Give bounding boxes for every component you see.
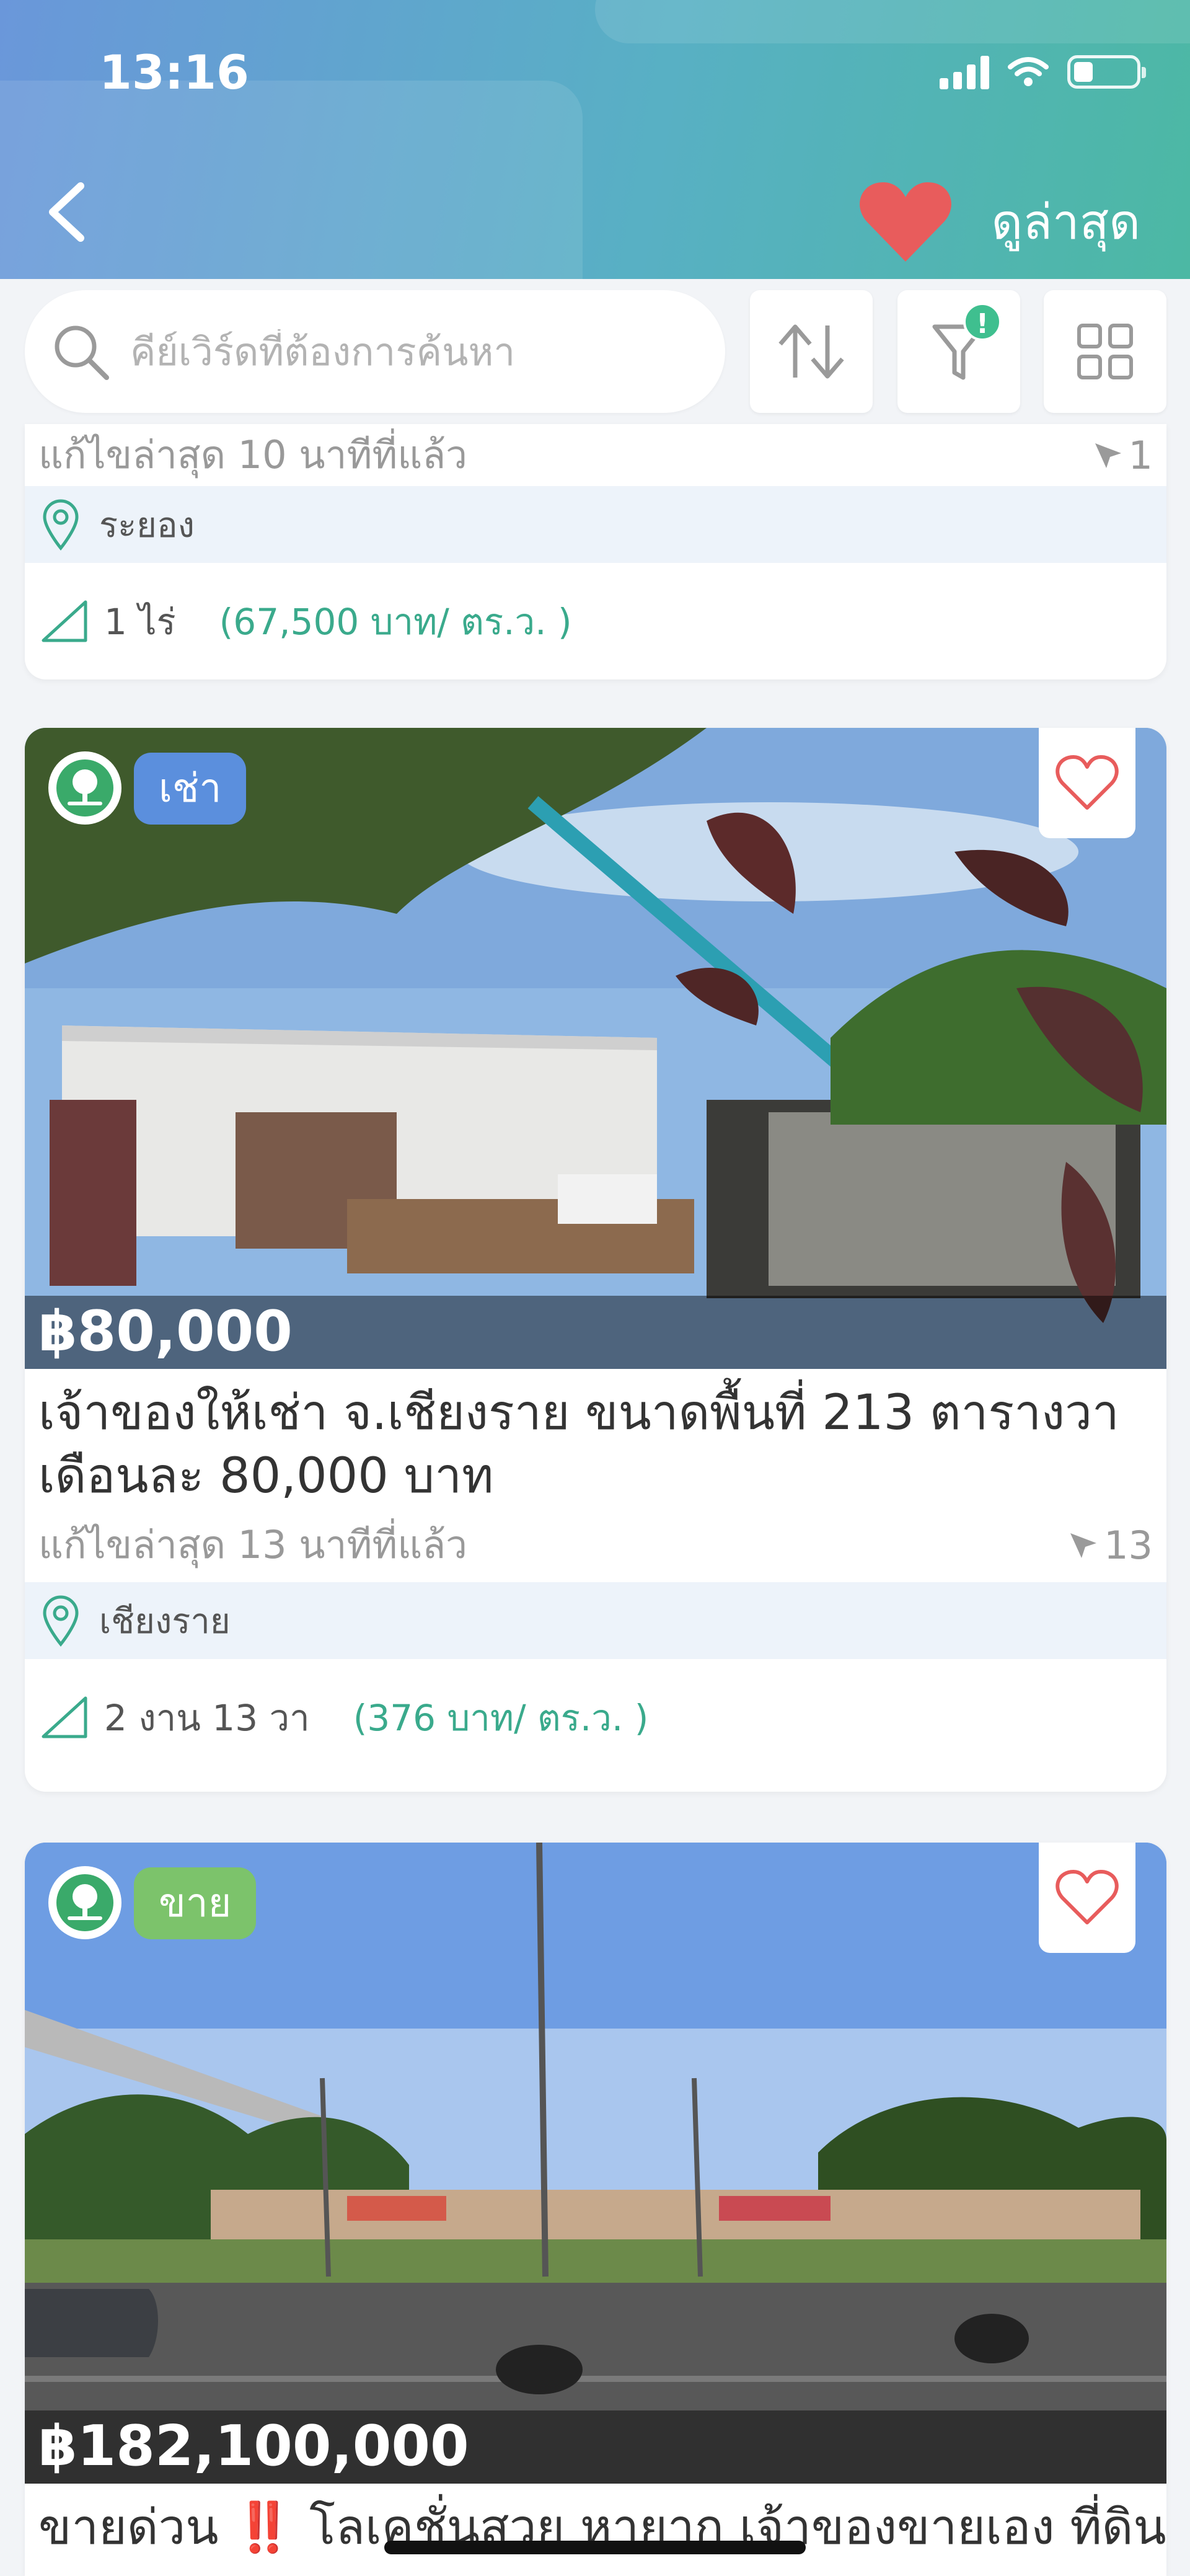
sort-icon: [778, 324, 844, 379]
location-label: เชียงราย: [99, 1601, 231, 1642]
tree-icon: [56, 759, 113, 817]
price-per-wa: (67,500 บาท/ ตร.ว. ): [219, 600, 572, 643]
location-pin-icon: [43, 1595, 79, 1647]
search-icon: [55, 325, 109, 380]
area-icon: [42, 600, 87, 642]
listing-price: ฿80,000: [38, 1299, 293, 1364]
app-header: 13:16 ดูล่าสุด: [0, 0, 1190, 279]
listing-type-tag: ขาย: [134, 1867, 257, 1939]
status-time: 13:16: [99, 45, 249, 100]
signal-icon: [940, 55, 989, 89]
views-count: 1: [1128, 432, 1153, 478]
listing-area: 2 งาน 13 วา (376 บาท/ ตร.ว. ): [25, 1659, 1166, 1776]
favorite-button[interactable]: [1039, 728, 1135, 838]
heart-outline-icon: [1056, 1870, 1119, 1924]
listing-photo[interactable]: ฿182,100,000 ขาย: [25, 1843, 1166, 2484]
heart-outline-icon: [1056, 755, 1119, 810]
heart-icon: [860, 182, 952, 262]
listing-photo[interactable]: ฿80,000 เช่า: [25, 728, 1166, 1369]
views-count: 13: [1104, 1522, 1153, 1568]
listing-card[interactable]: ฿80,000 เช่า เจ้าของให้เช่า จ.เชียงราย ข…: [25, 728, 1166, 1792]
favorite-button[interactable]: [1039, 1843, 1135, 1953]
price-per-wa: (376 บาท/ ตร.ว. ): [353, 1696, 649, 1739]
battery-icon: [1067, 55, 1146, 89]
area-icon: [42, 1696, 87, 1738]
listing-meta: แก้ไขล่าสุด 13 นาทีที่แล้ว 13: [25, 1508, 1166, 1582]
listing-location: ระยอง: [25, 486, 1166, 563]
back-button[interactable]: [37, 174, 99, 248]
search-bar[interactable]: [25, 290, 725, 413]
sort-button[interactable]: [750, 290, 873, 413]
listing-type-tag: เช่า: [134, 753, 247, 825]
status-icons: [940, 55, 1146, 89]
views-icon: [1095, 443, 1121, 468]
view-latest-label: ดูล่าสุด: [991, 195, 1140, 250]
search-input[interactable]: [130, 329, 688, 374]
listing-updated: แก้ไขล่าสุด 10 นาทีที่แล้ว: [38, 432, 467, 477]
header-decoration: [595, 0, 1190, 43]
views-icon: [1070, 1533, 1097, 1558]
listing-views: 13: [1068, 1523, 1153, 1568]
listing-price: ฿182,100,000: [38, 2414, 469, 2479]
land-type-logo: [48, 751, 121, 825]
listing-views: 1: [1093, 433, 1153, 478]
listing-card[interactable]: ฿182,100,000 ขาย ขายด่วน ‼️ โลเคชั่นสวย …: [25, 1843, 1166, 2576]
listing-title[interactable]: เจ้าของให้เช่า จ.เชียงราย ขนาดพื้นที่ 21…: [25, 1369, 1166, 1508]
wifi-icon: [1008, 57, 1049, 86]
land-type-logo: [48, 1866, 121, 1939]
filter-button[interactable]: !: [897, 290, 1020, 413]
view-latest-button[interactable]: ดูล่าสุด: [857, 180, 1140, 264]
listing-updated: แก้ไขล่าสุด 13 นาทีที่แล้ว: [38, 1522, 467, 1567]
location-label: ระยอง: [99, 505, 195, 546]
listing-area: 1 ไร่ (67,500 บาท/ ตร.ว. ): [25, 563, 1166, 679]
grid-view-button[interactable]: [1044, 290, 1166, 413]
listing-card[interactable]: แก้ไขล่าสุด 10 นาทีที่แล้ว 1 ระยอง 1 ไร่…: [25, 424, 1166, 679]
area-value: 1 ไร่: [104, 600, 176, 643]
home-indicator[interactable]: [384, 2541, 806, 2554]
chevron-left-icon: [49, 182, 84, 242]
listing-meta: แก้ไขล่าสุด 10 นาทีที่แล้ว 1: [25, 424, 1166, 486]
area-value: 2 งาน 13 วา: [104, 1696, 310, 1739]
tree-icon: [56, 1874, 113, 1931]
location-pin-icon: [43, 499, 79, 551]
grid-icon: [1077, 324, 1133, 379]
listing-location: เชียงราย: [25, 1582, 1166, 1659]
filter-badge: !: [963, 303, 1002, 341]
